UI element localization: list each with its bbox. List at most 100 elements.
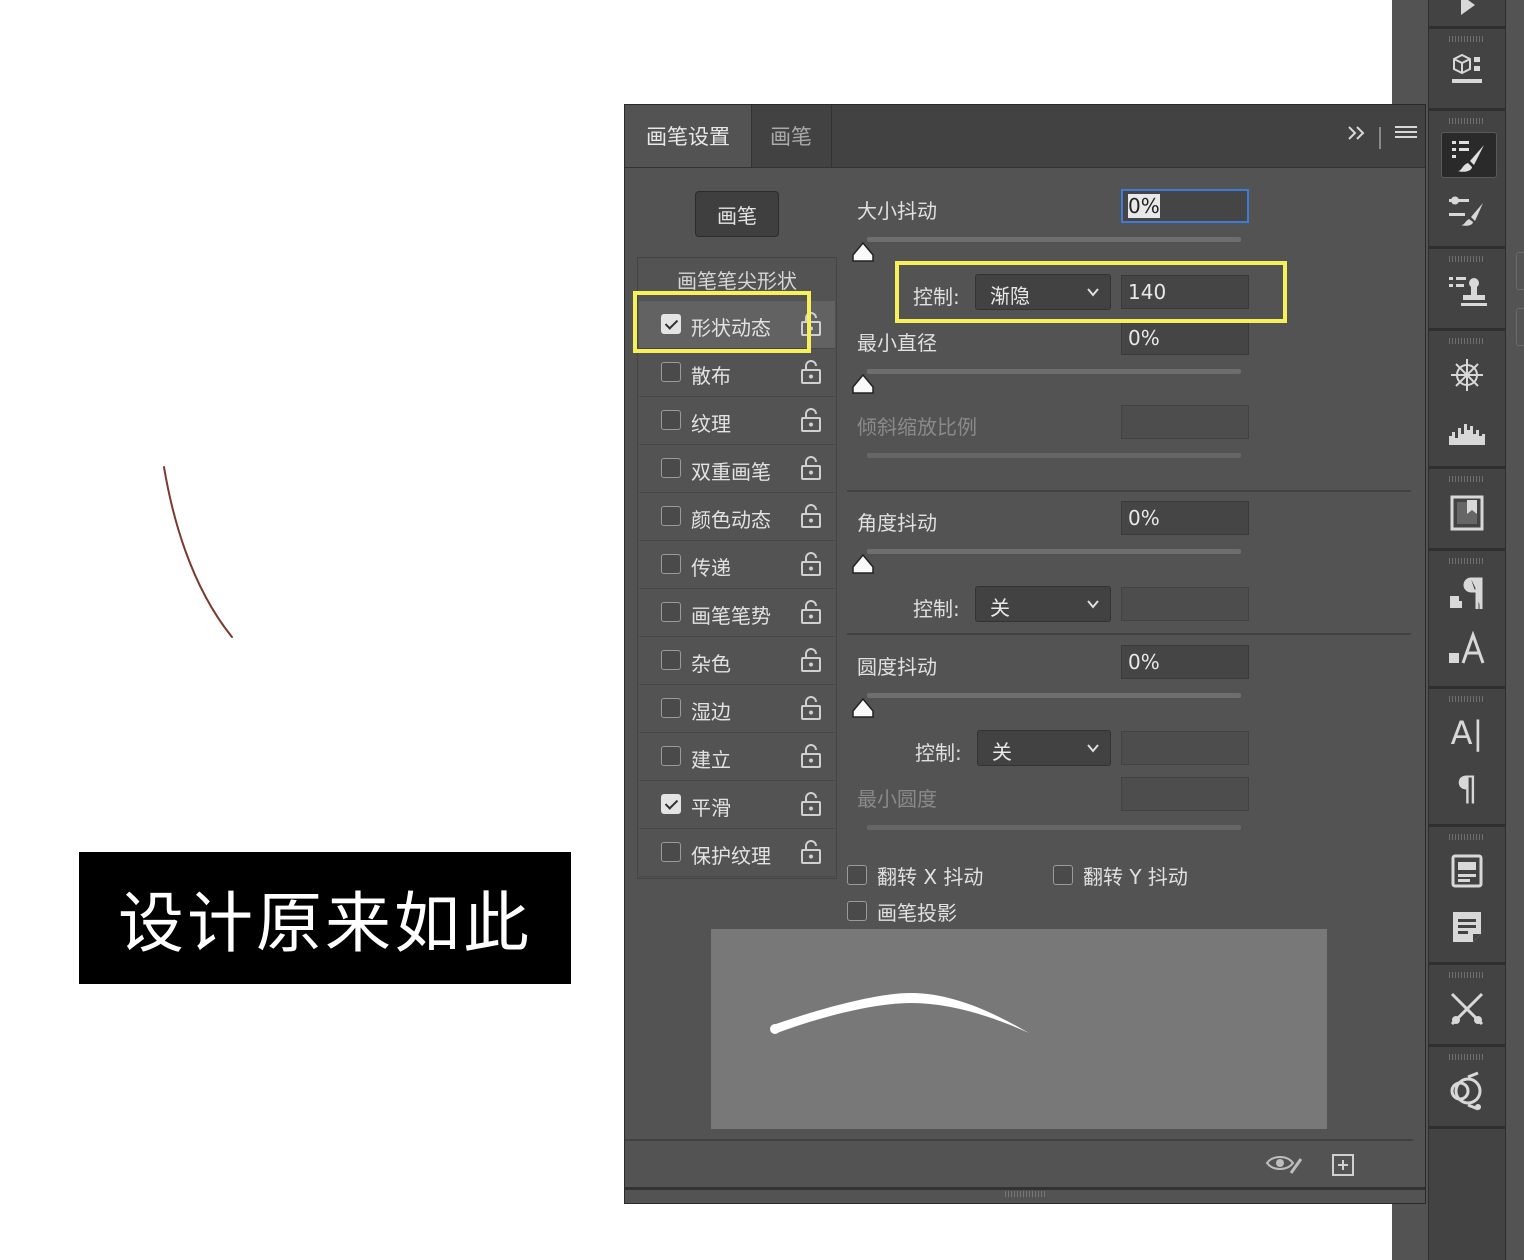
option-checkbox[interactable] — [661, 842, 681, 862]
brush-settings-panel: 画笔设置 画笔 画笔 画笔笔尖形状 形状动态 散布 纹理 双重画笔 颜色动态 传递 画笔笔势… — [624, 104, 1426, 1204]
lock-icon[interactable] — [799, 743, 823, 773]
option-label: 湿边 — [691, 700, 731, 724]
navigator-icon[interactable] — [1443, 352, 1491, 398]
option-checkbox[interactable] — [661, 650, 681, 670]
option-row[interactable]: 散布 — [639, 349, 835, 397]
channels-icon[interactable] — [1443, 1068, 1491, 1114]
tilt-scale-label: 倾斜缩放比例 — [857, 415, 977, 439]
collapse-panel-icon[interactable] — [1347, 123, 1367, 148]
section-divider — [847, 633, 1411, 635]
min-roundness-label: 最小圆度 — [857, 787, 937, 811]
min-roundness-slider — [867, 825, 1241, 830]
option-label: 散布 — [691, 364, 731, 388]
option-label: 画笔笔势 — [691, 604, 771, 628]
roundness-control-value: 关 — [992, 740, 1012, 764]
notes-icon[interactable] — [1443, 904, 1491, 950]
lock-icon[interactable] — [799, 839, 823, 869]
brushes-button[interactable]: 画笔 — [695, 191, 779, 237]
resize-grip[interactable] — [1005, 1191, 1045, 1197]
paragraph-styles-icon[interactable] — [1443, 572, 1491, 618]
roundness-control-label: 控制: — [915, 741, 962, 765]
lock-icon[interactable] — [799, 695, 823, 725]
footer-divider — [625, 1139, 1413, 1141]
create-new-brush-icon[interactable] — [1331, 1153, 1355, 1181]
tool-presets-icon[interactable] — [1443, 986, 1491, 1032]
flip-x-label: 翻转 X 抖动 — [877, 865, 984, 889]
size-jitter-label: 大小抖动 — [857, 199, 937, 223]
panel-menu-icon[interactable] — [1395, 123, 1417, 147]
size-jitter-field[interactable]: 0% — [1121, 189, 1249, 223]
option-row[interactable]: 双重画笔 — [639, 445, 835, 493]
libraries-icon[interactable] — [1443, 490, 1491, 536]
option-row[interactable]: 杂色 — [639, 637, 835, 685]
flip-y-checkbox[interactable] — [1053, 865, 1073, 885]
min-diameter-thumb[interactable] — [851, 373, 875, 397]
clone-source-icon[interactable] — [1443, 268, 1491, 314]
option-checkbox[interactable] — [661, 506, 681, 526]
option-label: 传递 — [691, 556, 731, 580]
panel-bottom-edge — [625, 1187, 1425, 1190]
tab-divider — [1379, 127, 1381, 149]
roundness-jitter-field[interactable]: 0% — [1121, 645, 1249, 679]
lock-icon[interactable] — [799, 455, 823, 485]
roundness-jitter-slider[interactable] — [867, 693, 1241, 698]
option-row[interactable]: 纹理 — [639, 397, 835, 445]
angle-control-select[interactable]: 关 — [975, 586, 1111, 622]
option-checkbox[interactable] — [661, 794, 681, 814]
option-checkbox[interactable] — [661, 458, 681, 478]
brush-presets-icon[interactable] — [1443, 188, 1491, 234]
flip-x-checkbox[interactable] — [847, 865, 867, 885]
option-checkbox[interactable] — [661, 746, 681, 766]
histogram-icon[interactable] — [1443, 408, 1491, 454]
roundness-jitter-label: 圆度抖动 — [857, 655, 937, 679]
character-icon[interactable]: A| — [1443, 710, 1491, 756]
lock-icon[interactable] — [799, 407, 823, 437]
lock-icon[interactable] — [799, 647, 823, 677]
option-checkbox[interactable] — [661, 698, 681, 718]
option-row[interactable]: 保护纹理 — [639, 829, 835, 877]
angle-jitter-field[interactable]: 0% — [1121, 501, 1249, 535]
tab-brush-settings[interactable]: 画笔设置 — [625, 105, 752, 167]
character-styles-icon[interactable] — [1443, 628, 1491, 674]
option-checkbox[interactable] — [661, 362, 681, 382]
option-row[interactable]: 传递 — [639, 541, 835, 589]
properties-icon[interactable] — [1443, 848, 1491, 894]
min-diameter-field[interactable]: 0% — [1121, 321, 1249, 355]
3d-icon[interactable] — [1443, 48, 1491, 94]
option-label: 纹理 — [691, 412, 731, 436]
option-checkbox[interactable] — [661, 602, 681, 622]
option-checkbox[interactable] — [661, 410, 681, 430]
angle-control-label: 控制: — [913, 597, 960, 621]
option-row[interactable]: 画笔笔势 — [639, 589, 835, 637]
option-row[interactable]: 建立 — [639, 733, 835, 781]
lock-icon[interactable] — [799, 599, 823, 629]
option-checkbox[interactable] — [661, 554, 681, 574]
panel-tab-bar: 画笔设置 画笔 — [625, 105, 1425, 168]
toggle-live-tip-icon[interactable] — [1265, 1153, 1305, 1181]
lock-icon[interactable] — [799, 359, 823, 389]
lock-icon[interactable] — [799, 503, 823, 533]
angle-jitter-thumb[interactable] — [851, 553, 875, 577]
tab-brushes[interactable]: 画笔 — [751, 105, 832, 167]
option-row[interactable]: 平滑 — [639, 781, 835, 829]
option-label: 平滑 — [691, 796, 731, 820]
brush-tip-shape-item[interactable]: 画笔笔尖形状 — [669, 265, 805, 294]
tilt-scale-slider — [867, 453, 1241, 458]
paragraph-icon[interactable]: ¶ — [1443, 766, 1491, 812]
edge-panel-tab[interactable] — [1516, 252, 1524, 290]
edge-panel-tab[interactable] — [1516, 308, 1524, 346]
option-row[interactable]: 湿边 — [639, 685, 835, 733]
section-divider — [847, 490, 1411, 492]
lock-icon[interactable] — [799, 791, 823, 821]
size-jitter-thumb[interactable] — [851, 241, 875, 265]
angle-jitter-slider[interactable] — [867, 549, 1241, 554]
min-diameter-slider[interactable] — [867, 369, 1241, 374]
brush-settings-icon[interactable] — [1441, 132, 1497, 178]
size-jitter-slider[interactable] — [867, 237, 1241, 242]
option-row[interactable]: 颜色动态 — [639, 493, 835, 541]
lock-icon[interactable] — [799, 551, 823, 581]
play-icon[interactable] — [1443, 0, 1491, 28]
brush-projection-checkbox[interactable] — [847, 901, 867, 921]
roundness-jitter-thumb[interactable] — [851, 697, 875, 721]
roundness-control-select[interactable]: 关 — [977, 730, 1111, 766]
